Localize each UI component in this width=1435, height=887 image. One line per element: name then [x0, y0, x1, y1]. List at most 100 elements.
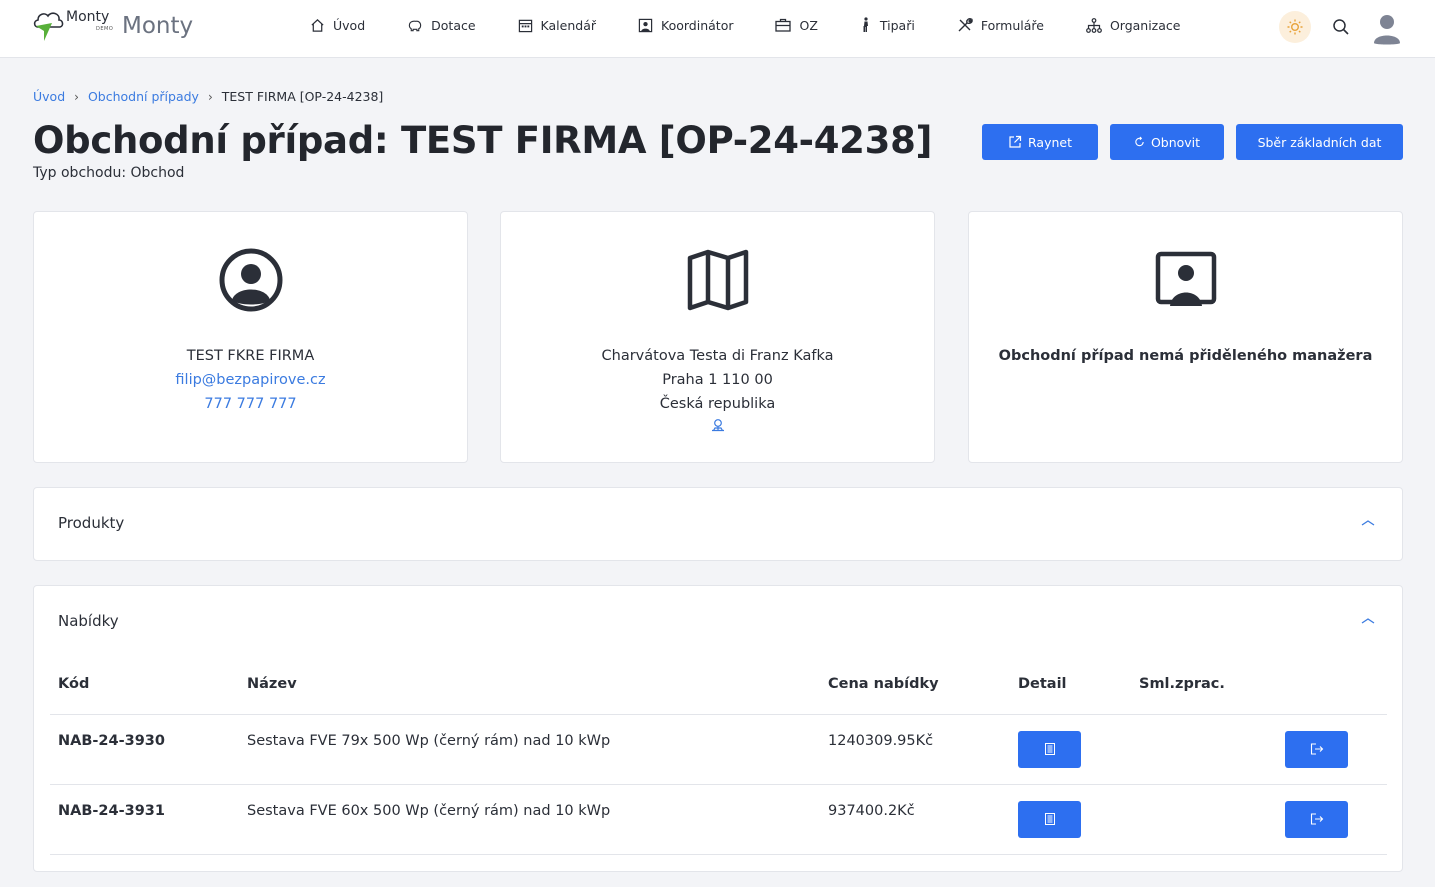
- offer-price: 937400.2Kč: [820, 784, 1010, 855]
- piggy-bank-icon: [408, 20, 422, 31]
- sign-out-icon: [1310, 743, 1323, 755]
- document-icon: [1044, 813, 1055, 825]
- manager-missing-text: Obchodní případ nemá přiděleného manažer…: [998, 348, 1373, 364]
- user-board-icon: [1155, 251, 1216, 306]
- nav-item-label: Úvod: [333, 17, 366, 33]
- column-header-name: Název: [239, 664, 820, 715]
- page-subtitle: Typ obchodu: Obchod: [33, 165, 185, 181]
- page-actions: Raynet Obnovit Sběr základních dat: [982, 124, 1403, 160]
- chevron-up-icon[interactable]: [1360, 517, 1376, 529]
- document-icon: [1044, 743, 1055, 755]
- offer-open-button[interactable]: [1285, 800, 1348, 838]
- refresh-button[interactable]: Obnovit: [1110, 124, 1224, 160]
- breadcrumb-chevron-icon: ›: [207, 89, 213, 104]
- user-square-icon: [638, 18, 653, 32]
- column-header-actions: [1277, 664, 1387, 715]
- customer-email-link[interactable]: filip@bezpapirove.cz: [34, 368, 467, 392]
- customer-details: TEST FKRE FIRMA filip@bezpapirove.cz 777…: [34, 344, 467, 416]
- nav-item-koordinator[interactable]: Koordinátor: [638, 18, 733, 33]
- tools-icon: [958, 18, 973, 32]
- offer-detail-cell: [1010, 714, 1131, 785]
- offer-open-button[interactable]: [1285, 730, 1348, 768]
- user-avatar[interactable]: [1371, 9, 1403, 45]
- products-section-title: Produkty: [58, 514, 125, 532]
- app-logo[interactable]: Monty DEMO Monty: [32, 8, 193, 44]
- nav-item-oz[interactable]: OZ: [775, 17, 818, 33]
- sign-out-icon: [1310, 813, 1323, 825]
- briefcase-icon: [775, 18, 792, 32]
- nav-item-label: OZ: [799, 17, 818, 33]
- user-circle-icon: [219, 248, 282, 312]
- logo-demo-text: DEMO: [96, 26, 114, 32]
- breadcrumb-home-link[interactable]: Úvod: [33, 89, 65, 104]
- table-row: NAB-24-3930 Sestava FVE 79x 500 Wp (čern…: [50, 714, 1387, 785]
- person-walking-icon: [863, 17, 868, 32]
- breadcrumb-parent-link[interactable]: Obchodní případy: [88, 89, 199, 104]
- breadcrumb-chevron-icon: ›: [74, 89, 79, 104]
- nav-item-uvod[interactable]: Úvod: [310, 18, 365, 33]
- offer-contract-cell: [1131, 784, 1277, 855]
- theme-toggle-button[interactable]: [1279, 11, 1311, 43]
- offers-section-title: Nabídky: [58, 612, 119, 630]
- nav-item-label: Organizace: [1109, 17, 1181, 33]
- raynet-button-label: Raynet: [1028, 134, 1072, 150]
- offer-price: 1240309.95Kč: [820, 714, 1010, 785]
- table-row: NAB-24-3931 Sestava FVE 60x 500 Wp (čern…: [50, 784, 1387, 855]
- offers-section: Nabídky Kód Název Cena nabídky Detail Sm…: [33, 585, 1403, 872]
- collect-data-button-label: Sběr základních dat: [1257, 134, 1382, 150]
- calendar-icon: [518, 19, 532, 32]
- nav-item-dotace[interactable]: Dotace: [407, 17, 476, 33]
- nav-item-organizace[interactable]: Organizace: [1086, 17, 1181, 33]
- top-navbar: Monty DEMO Monty Úvod Dotace Kalendář Ko…: [0, 0, 1435, 58]
- nav-item-formulare[interactable]: Formuláře: [957, 17, 1044, 33]
- search-button[interactable]: [1325, 11, 1357, 43]
- products-section: Produkty: [33, 487, 1403, 561]
- customer-phone-link[interactable]: 777 777 777: [34, 392, 467, 416]
- customer-card: TEST FKRE FIRMA filip@bezpapirove.cz 777…: [33, 211, 468, 463]
- offer-name: Sestava FVE 79x 500 Wp (černý rám) nad 1…: [239, 714, 820, 785]
- collect-data-button[interactable]: Sběr základních dat: [1236, 124, 1403, 160]
- refresh-button-label: Obnovit: [1150, 134, 1201, 150]
- offer-action-cell: [1277, 714, 1387, 785]
- manager-card: Obchodní případ nemá přiděleného manažer…: [968, 211, 1403, 463]
- nav-item-label: Kalendář: [540, 17, 597, 33]
- offer-detail-button[interactable]: [1018, 730, 1081, 768]
- external-link-icon: [1009, 135, 1022, 148]
- logo-small-text: Monty: [66, 9, 110, 25]
- address-details: Charvátova Testa di Franz Kafka Praha 1 …: [501, 344, 934, 442]
- logo-big-text: Monty: [122, 13, 194, 39]
- raynet-button[interactable]: Raynet: [982, 124, 1098, 160]
- breadcrumb-current: TEST FIRMA [OP-24-4238]: [221, 89, 384, 104]
- column-header-contract: Sml.zprac.: [1131, 664, 1277, 715]
- offer-detail-button[interactable]: [1018, 800, 1081, 838]
- sun-icon: [1287, 19, 1303, 35]
- column-header-code: Kód: [50, 664, 239, 715]
- nav-item-tipari[interactable]: Tipaři: [860, 17, 915, 33]
- offer-detail-cell: [1010, 784, 1131, 855]
- user-avatar-icon: [1374, 15, 1400, 45]
- refresh-icon: [1135, 136, 1144, 147]
- offer-code: NAB-24-3931: [50, 784, 239, 855]
- breadcrumb: Úvod › Obchodní případy › TEST FIRMA [OP…: [33, 89, 383, 104]
- home-icon: [311, 18, 324, 32]
- logo-mark: Monty DEMO: [32, 9, 118, 43]
- address-city: Praha 1 110 00: [662, 372, 773, 388]
- chevron-up-icon[interactable]: [1360, 615, 1376, 627]
- nav-item-label: Formuláře: [980, 17, 1044, 33]
- nav-item-label: Koordinátor: [661, 17, 734, 33]
- search-icon: [1333, 19, 1349, 35]
- nav-item-label: Dotace: [431, 17, 476, 33]
- map-pin-icon[interactable]: [710, 418, 726, 434]
- nav-item-kalendar[interactable]: Kalendář: [518, 18, 596, 33]
- table-header-row: Kód Název Cena nabídky Detail Sml.zprac.: [50, 664, 1387, 715]
- offer-action-cell: [1277, 784, 1387, 855]
- address-country: Česká republika: [659, 396, 776, 412]
- offers-table: Kód Název Cena nabídky Detail Sml.zprac.…: [50, 664, 1387, 855]
- page-title: Obchodní případ: TEST FIRMA [OP-24-4238]: [33, 119, 933, 162]
- main-nav: Úvod Dotace Kalendář Koordinátor OZ Tipa…: [310, 0, 1222, 50]
- address-card: Charvátova Testa di Franz Kafka Praha 1 …: [500, 211, 935, 463]
- column-header-price: Cena nabídky: [820, 664, 1010, 715]
- customer-name: TEST FKRE FIRMA: [186, 348, 315, 364]
- hierarchy-icon: [1086, 17, 1102, 33]
- column-header-detail: Detail: [1010, 664, 1131, 715]
